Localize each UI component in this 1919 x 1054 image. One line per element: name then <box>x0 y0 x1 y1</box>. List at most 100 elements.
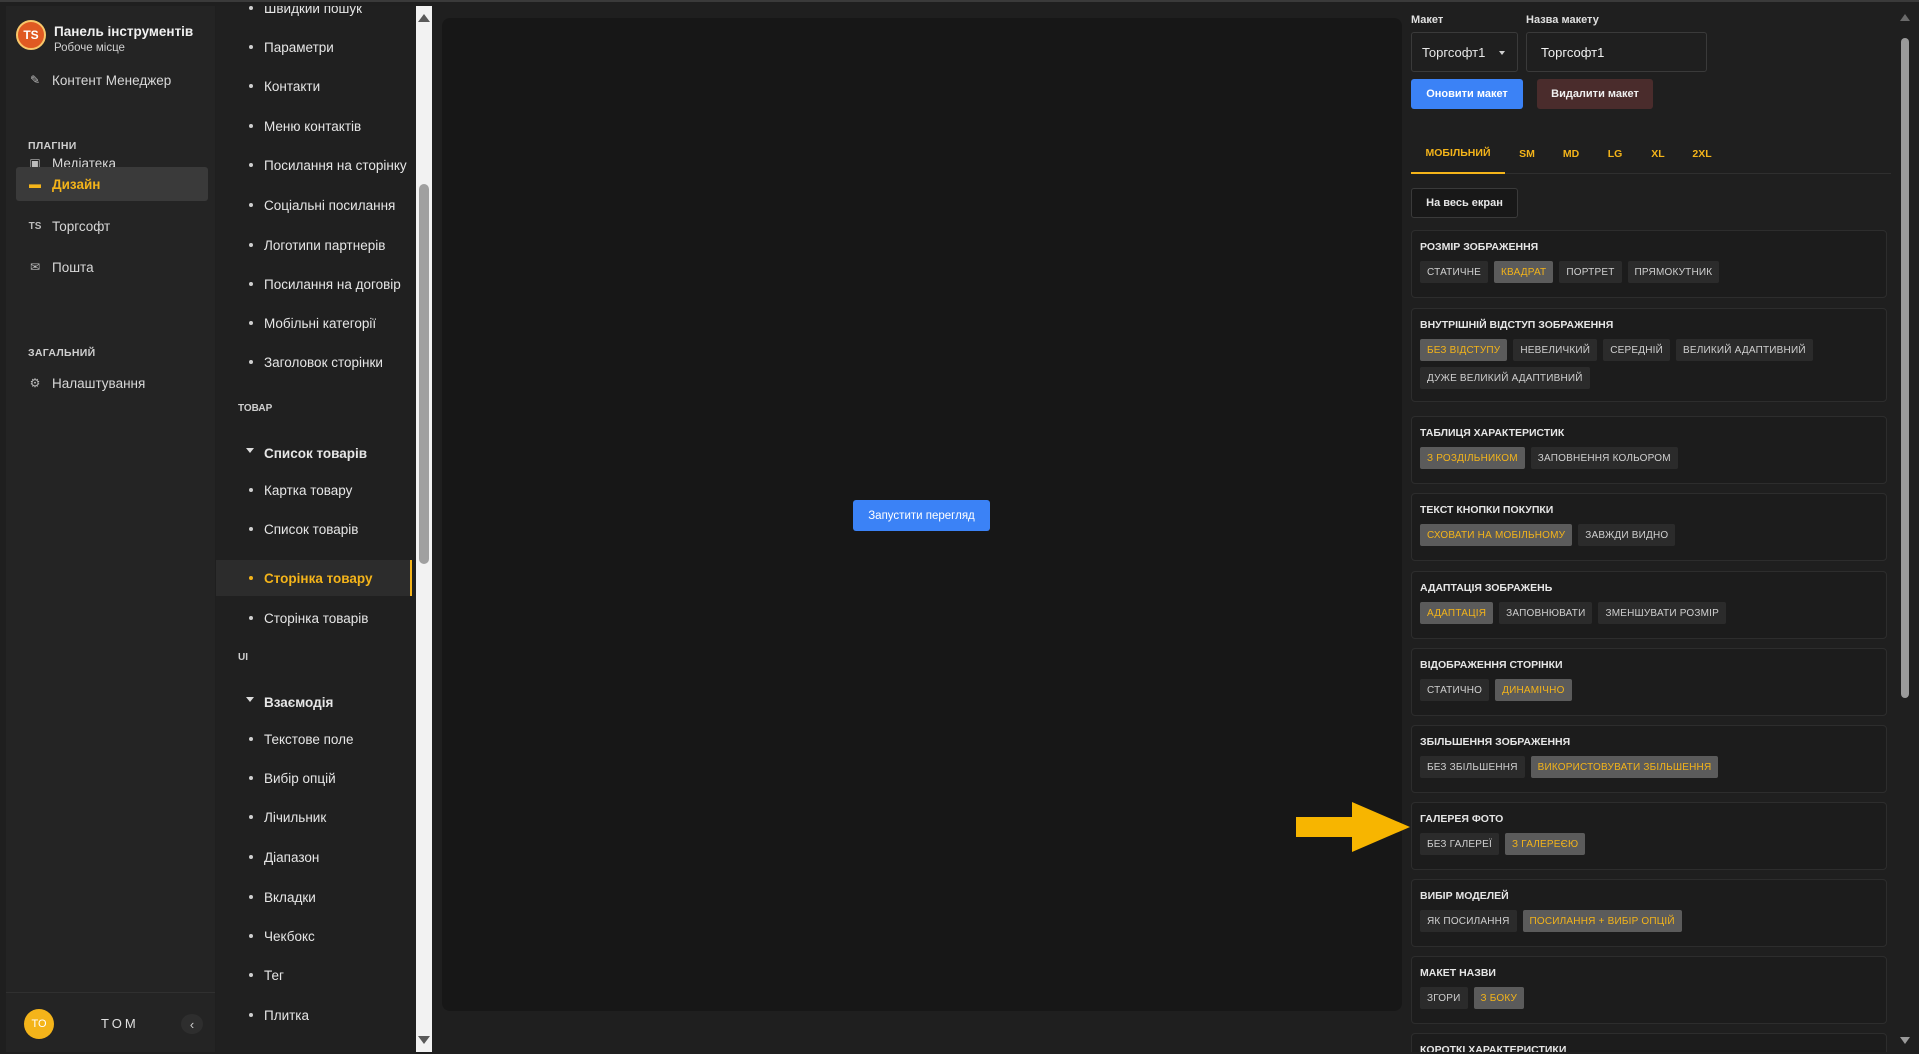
tree-item[interactable]: Плитка <box>216 997 412 1033</box>
tab-lg[interactable]: LG <box>1593 134 1637 174</box>
design-icon: ▬ <box>29 177 41 191</box>
option-chip[interactable]: ВЕЛИКИЙ АДАПТИВНИЙ <box>1676 339 1813 361</box>
tree-item[interactable]: Діапазон <box>216 839 412 875</box>
option-chip[interactable]: ЯК ПОСИЛАННЯ <box>1420 910 1517 932</box>
scroll-thumb[interactable] <box>419 184 429 564</box>
settings-panel: Макет Назва макету Торгсофт1 Торгсофт1 О… <box>1408 6 1898 1052</box>
option-group-card: РОЗМІР ЗОБРАЖЕННЯ СТАТИЧНЕ КВАДРАТ ПОРТРЕТ П… <box>1411 230 1887 298</box>
mail-icon: ✉ <box>29 260 41 274</box>
nav-mail[interactable]: ✉ Пошта <box>16 250 208 284</box>
tab-xl[interactable]: XL <box>1637 134 1679 174</box>
nav-content-manager[interactable]: ✎ Контент Менеджер <box>16 63 208 97</box>
nav-label: Налаштування <box>52 375 146 391</box>
layout-name-label: Назва макету <box>1526 14 1599 26</box>
option-chip-selected[interactable]: З БОКУ <box>1473 987 1525 1009</box>
user-name: TOM <box>101 1016 139 1031</box>
option-chip[interactable]: СТАТИЧНО <box>1420 679 1490 701</box>
option-group-card: ТЕКСТ КНОПКИ ПОКУПКИ СХОВАТИ НА МОБІЛЬНОМ… <box>1411 493 1887 561</box>
option-group-card: МАКЕТ НАЗВИ ЗГОРИ З БОКУ <box>1411 956 1887 1024</box>
tree-item[interactable]: Тег <box>216 957 412 993</box>
option-chip[interactable]: ЗГОРИ <box>1420 987 1468 1009</box>
layout-name-input[interactable]: Торгсофт1 <box>1526 32 1707 72</box>
avatar[interactable]: TO <box>24 1009 54 1039</box>
option-chip-selected[interactable]: БЕЗ ВІДСТУПУ <box>1420 339 1508 361</box>
collapse-sidebar-button[interactable]: ‹ <box>181 1014 203 1034</box>
scroll-down-arrow-icon[interactable] <box>418 1036 430 1044</box>
option-chip[interactable]: НЕВЕЛИЧКИЙ <box>1513 339 1598 361</box>
delete-layout-button[interactable]: Видалити макет <box>1537 79 1653 109</box>
option-chip[interactable]: СЕРЕДНІЙ <box>1603 339 1670 361</box>
tree-item[interactable]: Посилання на договір <box>216 266 412 302</box>
option-chip[interactable]: БЕЗ ГАЛЕРЕЇ <box>1420 833 1500 855</box>
tree-item[interactable]: Швидкий пошук <box>216 6 412 26</box>
option-group-title: ЗБІЛЬШЕННЯ ЗОБРАЖЕННЯ <box>1420 736 1571 748</box>
option-chip-selected[interactable]: З РОЗДІЛЬНИКОМ <box>1420 447 1525 469</box>
option-chip-selected[interactable]: КВАДРАТ <box>1494 261 1554 283</box>
tree-item[interactable]: Сторінка товарів <box>216 600 412 636</box>
tab-mobile[interactable]: МОБІЛЬНИЙ <box>1411 134 1505 174</box>
option-chip[interactable]: ЗАПОВНЕННЯ КОЛЬОРОМ <box>1530 447 1678 469</box>
tree-item[interactable]: Чекбокс <box>216 918 412 954</box>
option-group-card: ВІДОБРАЖЕННЯ СТОРІНКИ СТАТИЧНО ДИНАМІЧНО <box>1411 648 1887 716</box>
tree-item[interactable]: Меню контактів <box>216 108 412 144</box>
option-chip[interactable]: ПОРТРЕТ <box>1559 261 1622 283</box>
nav-design[interactable]: ▬ Дизайн <box>16 167 208 201</box>
option-chip[interactable]: ЗМЕНШУВАТИ РОЗМІР <box>1598 602 1726 624</box>
option-chip[interactable]: ДУЖЕ ВЕЛИКИЙ АДАПТИВНИЙ <box>1420 367 1590 389</box>
option-chip[interactable]: СТАТИЧНЕ <box>1420 261 1489 283</box>
scroll-thumb[interactable] <box>1901 38 1909 698</box>
tree-group-interaction[interactable]: Взаємодія <box>216 684 412 720</box>
gear-icon: ⚙ <box>29 376 41 390</box>
tree-item[interactable]: Лічильник <box>216 799 412 835</box>
tree-item[interactable]: Логотипи партнерів <box>216 227 412 263</box>
tree-group-product-list[interactable]: Список товарів <box>216 435 412 471</box>
option-chip[interactable]: БЕЗ ЗБІЛЬШЕННЯ <box>1420 756 1525 778</box>
caret-down-icon <box>1499 51 1505 55</box>
update-layout-button[interactable]: Оновити макет <box>1411 79 1523 109</box>
option-chip-selected[interactable]: ПОСИЛАННЯ + ВИБІР ОПЦІЙ <box>1522 910 1682 932</box>
nav-torgsoft[interactable]: TS Торгсофт <box>16 209 208 243</box>
fullscreen-button[interactable]: На весь екран <box>1411 188 1518 218</box>
brand[interactable]: TS Панель інструментів Робоче місце <box>16 20 193 54</box>
tree-item[interactable]: Список товарів <box>216 511 412 547</box>
tree-item[interactable]: Параметри <box>216 29 412 65</box>
option-chip-selected[interactable]: З ГАЛЕРЕЄЮ <box>1505 833 1586 855</box>
settings-scrollbar[interactable] <box>1898 6 1912 1052</box>
option-chip-selected[interactable]: ВИКОРИСТОВУВАТИ ЗБІЛЬШЕННЯ <box>1530 756 1719 778</box>
tree-item[interactable]: Соціальні посилання <box>216 187 412 223</box>
caret-down-icon <box>246 448 254 453</box>
tree-item-active[interactable]: Сторінка товару <box>216 560 412 596</box>
nav-label: Контент Менеджер <box>52 72 172 88</box>
option-chip[interactable]: ЗАВЖДИ ВИДНО <box>1578 524 1676 546</box>
scroll-up-arrow-icon[interactable] <box>418 14 430 22</box>
run-preview-button[interactable]: Запустити перегляд <box>853 500 990 531</box>
tree-item[interactable]: Текстове поле <box>216 721 412 757</box>
tab-sm[interactable]: SM <box>1505 134 1549 174</box>
layout-select[interactable]: Торгсофт1 <box>1411 32 1518 72</box>
tree-item[interactable]: Мобільні категорії <box>216 305 412 341</box>
tree-scrollbar[interactable] <box>416 6 432 1052</box>
nav-settings[interactable]: ⚙ Налаштування <box>16 366 208 400</box>
option-chips: БЕЗ ЗБІЛЬШЕННЯ ВИКОРИСТОВУВАТИ ЗБІЛЬШЕННЯ <box>1420 756 1878 778</box>
option-group-title: РОЗМІР ЗОБРАЖЕННЯ <box>1420 241 1539 253</box>
tree-item[interactable]: Картка товару <box>216 472 412 508</box>
tree-item[interactable]: Вкладки <box>216 879 412 915</box>
scroll-up-arrow-icon[interactable] <box>1900 14 1910 21</box>
option-chip-selected[interactable]: СХОВАТИ НА МОБІЛЬНОМУ <box>1420 524 1573 546</box>
layout-label: Макет <box>1411 14 1444 26</box>
tab-2xl[interactable]: 2XL <box>1679 134 1725 174</box>
tree-item[interactable]: Посилання на сторінку <box>216 147 412 183</box>
option-chip[interactable]: ЗАПОВНЮВАТИ <box>1499 602 1593 624</box>
scroll-down-arrow-icon[interactable] <box>1900 1037 1910 1044</box>
option-chip-selected[interactable]: АДАПТАЦІЯ <box>1420 602 1494 624</box>
nav-label: Пошта <box>52 259 94 275</box>
option-group-title: ВНУТРІШНІЙ ВІДСТУП ЗОБРАЖЕННЯ <box>1420 319 1614 331</box>
app-window: TS Панель інструментів Робоче місце ✎ Ко… <box>0 0 1919 1054</box>
tree-item[interactable]: Вибір опцій <box>216 760 412 796</box>
tree-item[interactable]: Заголовок сторінки <box>216 344 412 380</box>
option-chip[interactable]: ПРЯМОКУТНИК <box>1627 261 1720 283</box>
tab-md[interactable]: MD <box>1549 134 1593 174</box>
tree-section-ui: UI <box>238 652 248 663</box>
tree-item[interactable]: Контакти <box>216 68 412 104</box>
option-chip-selected[interactable]: ДИНАМІЧНО <box>1495 679 1572 701</box>
